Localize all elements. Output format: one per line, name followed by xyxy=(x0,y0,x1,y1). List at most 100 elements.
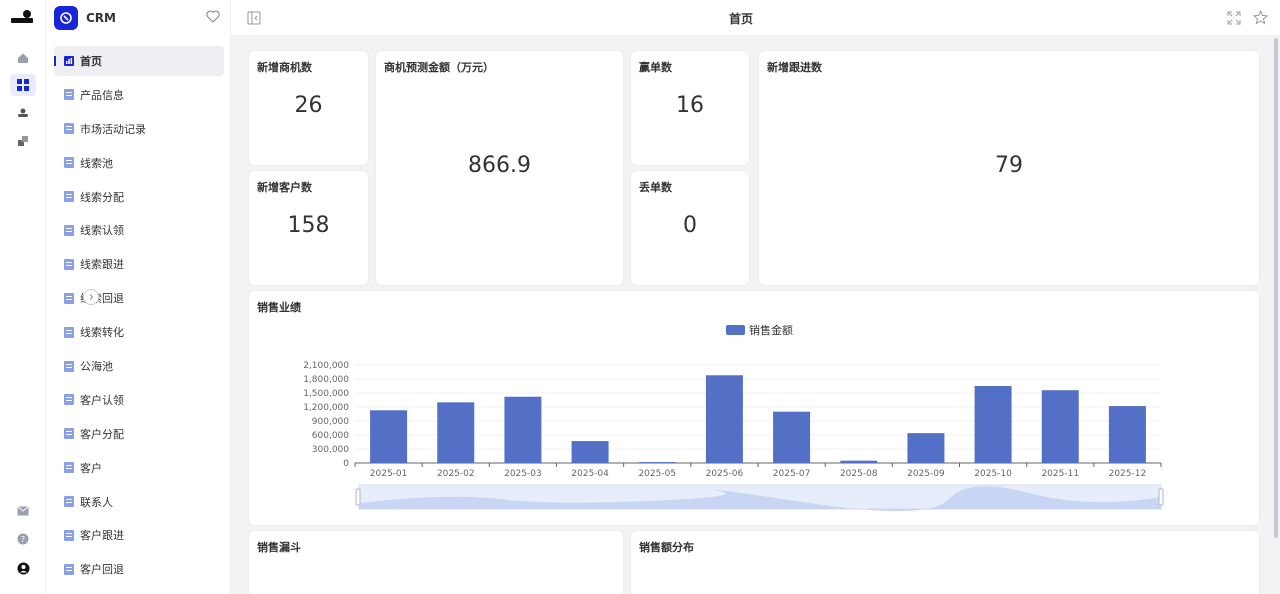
y-tick-label: 1,800,000 xyxy=(303,375,349,385)
app-logo-icon[interactable] xyxy=(11,9,33,25)
menu-item-label: 线索认领 xyxy=(80,224,124,238)
stat-title: 新增跟进数 xyxy=(767,61,822,74)
bar xyxy=(571,441,609,463)
menu-item-lead-claim[interactable]: 线索认领 xyxy=(54,215,224,245)
x-tick-label: 2025-09 xyxy=(907,469,945,479)
bar xyxy=(437,402,475,463)
menu-item-label: 线索池 xyxy=(80,156,113,170)
top-header: 首页 xyxy=(231,0,1280,36)
menu-item-lead-pool[interactable]: 线索池 xyxy=(54,148,224,178)
stat-card-new-customers: 新增客户数 158 xyxy=(249,171,368,285)
stat-title: 新增商机数 xyxy=(257,61,312,74)
sales-bar-chart: 销售金额 0 300,000 600,000 900,000 1,200,000 1,500… xyxy=(303,323,1164,512)
bar xyxy=(773,411,811,463)
x-tick-label: 2025-01 xyxy=(370,469,408,479)
scrollbar-thumb[interactable] xyxy=(1274,38,1278,538)
menu-item-lead-assign[interactable]: 线索分配 xyxy=(54,182,224,212)
chart-title: 销售漏斗 xyxy=(257,541,301,554)
document-icon xyxy=(64,123,74,135)
stat-value: 866.9 xyxy=(468,153,531,178)
document-icon xyxy=(64,428,74,440)
menu-item-label: 客户认领 xyxy=(80,393,124,407)
menu-item-lead-followup[interactable]: 线索跟进 xyxy=(54,249,224,279)
stat-card-lost: 丢单数 0 xyxy=(631,171,749,285)
y-tick-label: 0 xyxy=(343,459,349,469)
user-avatar-icon[interactable] xyxy=(13,558,33,578)
document-icon xyxy=(64,326,74,338)
menu-item-label: 产品信息 xyxy=(80,88,124,102)
menu-item-customer-return[interactable]: 客户回退 xyxy=(54,554,224,584)
star-icon[interactable] xyxy=(1252,9,1269,25)
menu-item-lead-convert[interactable]: 线索转化 xyxy=(54,317,224,347)
side-menu: CRM 首页 产品信息 市场活动记录 线索池 线索分配 线索认领 线索跟进 线索… xyxy=(46,0,231,594)
document-icon xyxy=(64,462,74,474)
customer-group-icon[interactable] xyxy=(13,103,33,123)
menu-item-home[interactable]: 首页 xyxy=(54,46,224,76)
dashboard-chart-icon xyxy=(64,55,74,67)
home-icon[interactable] xyxy=(13,48,33,68)
bar xyxy=(907,433,945,463)
document-icon xyxy=(64,394,74,406)
menu-item-label: 客户分配 xyxy=(80,427,124,441)
bar xyxy=(840,460,878,463)
stat-title: 丢单数 xyxy=(639,181,672,194)
menu-list: 首页 产品信息 市场活动记录 线索池 线索分配 线索认领 线索跟进 线索回退 线… xyxy=(54,46,224,588)
chart-title: 销售额分布 xyxy=(639,541,694,554)
x-tick-label: 2025-05 xyxy=(638,469,676,479)
fullscreen-icon[interactable] xyxy=(1227,11,1241,25)
menu-item-marketing-records[interactable]: 市场活动记录 xyxy=(54,114,224,144)
collapse-chevron-right-icon[interactable] xyxy=(83,289,99,305)
help-icon[interactable]: ? xyxy=(13,529,33,549)
document-icon xyxy=(64,258,74,270)
menu-item-label: 线索转化 xyxy=(80,326,124,340)
document-icon xyxy=(64,292,74,304)
icon-rail: ? xyxy=(0,0,46,594)
menu-item-label: 客户回退 xyxy=(80,563,124,577)
menu-item-public-pool[interactable]: 公海池 xyxy=(54,351,224,381)
stat-value: 26 xyxy=(294,93,323,118)
x-tick-label: 2025-06 xyxy=(706,469,744,479)
bar xyxy=(504,396,542,463)
document-icon xyxy=(64,563,74,575)
stat-title: 新增客户数 xyxy=(257,181,312,194)
page-scrollbar[interactable] xyxy=(1273,36,1279,594)
menu-item-label: 线索分配 xyxy=(80,190,124,204)
menu-item-customer-followup[interactable]: 客户跟进 xyxy=(54,520,224,550)
stat-title: 商机预测金额（万元） xyxy=(384,61,494,74)
dashboard-icon[interactable] xyxy=(10,74,36,96)
legend-swatch[interactable] xyxy=(726,325,745,335)
stat-card-won: 赢单数 16 xyxy=(631,51,749,165)
stat-value: 16 xyxy=(676,93,704,118)
dashboard-content: 新增商机数 26 商机预测金额（万元） 866.9 赢单数 16 新增跟进数 7… xyxy=(231,36,1280,594)
menu-item-label: 联系人 xyxy=(80,495,113,509)
modules-icon[interactable] xyxy=(13,131,33,151)
document-icon xyxy=(64,89,74,101)
menu-item-contacts[interactable]: 联系人 xyxy=(54,487,224,517)
y-tick-label: 1,500,000 xyxy=(303,389,349,399)
x-tick-label: 2025-07 xyxy=(773,469,811,479)
document-icon xyxy=(64,529,74,541)
bar xyxy=(974,386,1012,463)
stat-title: 赢单数 xyxy=(639,61,672,74)
document-icon xyxy=(64,360,74,372)
heart-icon[interactable] xyxy=(206,10,220,24)
menu-item-customer-assign[interactable]: 客户分配 xyxy=(54,419,224,449)
y-tick-label: 900,000 xyxy=(312,417,349,427)
bar xyxy=(705,375,743,463)
x-tick-label: 2025-08 xyxy=(840,469,878,479)
stat-card-forecast-amount: 商机预测金额（万元） 866.9 xyxy=(376,51,623,285)
menu-item-product-info[interactable]: 产品信息 xyxy=(54,80,224,110)
y-tick-label: 300,000 xyxy=(312,445,349,455)
menu-item-customer[interactable]: 客户 xyxy=(54,453,224,483)
sales-funnel-card: 销售漏斗 xyxy=(249,531,623,594)
mail-icon[interactable] xyxy=(13,501,33,521)
menu-item-label: 首页 xyxy=(80,55,102,68)
menu-item-lead-return[interactable]: 线索回退 xyxy=(54,283,224,313)
menu-item-customer-claim[interactable]: 客户认领 xyxy=(54,385,224,415)
legend-label[interactable]: 销售金额 xyxy=(749,323,793,337)
y-tick-label: 600,000 xyxy=(312,431,349,441)
document-icon xyxy=(64,191,74,203)
bar xyxy=(1041,390,1079,463)
x-tick-label: 2025-03 xyxy=(504,469,542,479)
crm-logo-icon[interactable] xyxy=(54,6,78,30)
